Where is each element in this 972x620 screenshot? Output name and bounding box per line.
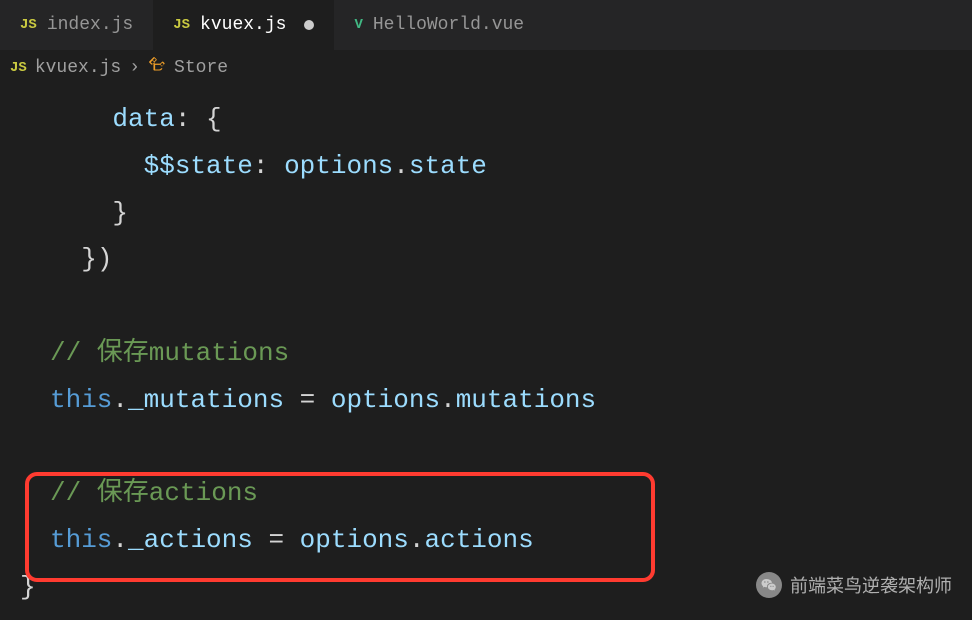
- breadcrumb-file[interactable]: kvuex.js: [35, 58, 121, 78]
- watermark-text: 前端菜鸟逆袭架构师: [790, 572, 952, 598]
- tab-kvuex-js[interactable]: JS kvuex.js: [153, 0, 334, 50]
- tab-label: index.js: [47, 15, 133, 35]
- breadcrumb-separator-icon: ›: [129, 58, 140, 78]
- tab-label: HelloWorld.vue: [373, 15, 524, 35]
- js-icon: JS: [10, 60, 27, 76]
- vue-icon: V: [354, 17, 362, 33]
- wechat-icon: [756, 572, 782, 598]
- breadcrumb-class[interactable]: Store: [174, 58, 228, 78]
- code-line: [0, 424, 972, 471]
- tab-helloworld-vue[interactable]: V HelloWorld.vue: [334, 0, 544, 50]
- code-line: }: [0, 190, 972, 237]
- code-line: // 保存actions: [0, 470, 972, 517]
- code-line: this._actions = options.actions: [0, 517, 972, 564]
- code-line: $$state: options.state: [0, 143, 972, 190]
- breadcrumb: JS kvuex.js › Store: [0, 50, 972, 86]
- watermark: 前端菜鸟逆袭架构师: [756, 572, 952, 598]
- tab-index-js[interactable]: JS index.js: [0, 0, 153, 50]
- code-line: // 保存mutations: [0, 330, 972, 377]
- tab-bar: JS index.js JS kvuex.js V HelloWorld.vue: [0, 0, 972, 50]
- js-icon: JS: [173, 17, 190, 33]
- class-icon: [148, 56, 166, 80]
- js-icon: JS: [20, 17, 37, 33]
- tab-label: kvuex.js: [200, 15, 286, 35]
- code-editor[interactable]: data: { $$state: options.state } }) // 保…: [0, 86, 972, 620]
- code-line: [0, 283, 972, 330]
- modified-indicator-icon: [304, 20, 314, 30]
- code-line: data: {: [0, 96, 972, 143]
- code-line: }): [0, 236, 972, 283]
- code-line: this._mutations = options.mutations: [0, 377, 972, 424]
